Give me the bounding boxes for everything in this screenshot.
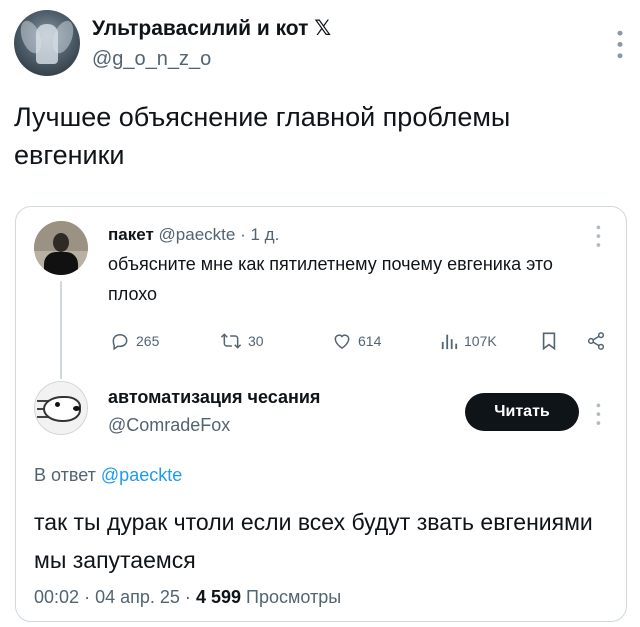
- avatar-art: [36, 24, 58, 64]
- bookmark-icon: [540, 331, 558, 351]
- quoted-author-handle[interactable]: @paeckte: [159, 225, 236, 244]
- more-vertical-icon[interactable]: • • •: [610, 30, 630, 59]
- tweet-text: Лучшее объяснение главной проблемы евген…: [14, 102, 511, 170]
- reply-views-label[interactable]: Просмотры: [246, 587, 341, 607]
- reply-author-name[interactable]: автоматизация чесания: [108, 387, 320, 408]
- author-name[interactable]: Ультравасилий и кот 𝕏: [92, 16, 331, 41]
- reply-text: так ты дурак чтоли если всех будут звать…: [34, 509, 593, 573]
- share-icon: [586, 331, 606, 351]
- reply-to-mention[interactable]: @paeckte: [101, 465, 182, 485]
- reply-author-avatar[interactable]: [34, 381, 88, 435]
- footer-separator: ·: [184, 587, 191, 607]
- tweet-header: Ультравасилий и кот 𝕏 @g_o_n_z_o • • •: [14, 8, 630, 82]
- avatar-art: [73, 406, 80, 411]
- reply-date[interactable]: 04 апр. 25: [95, 587, 180, 607]
- like-button[interactable]: 614: [332, 329, 381, 353]
- share-button[interactable]: [586, 329, 606, 353]
- repost-icon: [220, 331, 242, 351]
- like-count: 614: [358, 333, 382, 349]
- reply-to-line: В ответ @paeckte: [34, 465, 182, 486]
- reply-count: 265: [136, 333, 160, 349]
- quoted-author-name[interactable]: пакет: [108, 225, 154, 244]
- author-name-text: Ультравасилий и кот: [92, 17, 309, 40]
- reply-views-count: 4 599: [195, 587, 241, 607]
- avatar-art: [44, 252, 78, 275]
- follow-button[interactable]: Читать: [465, 393, 579, 431]
- reply-button[interactable]: 265: [110, 329, 159, 353]
- reply-time[interactable]: 00:02: [34, 587, 79, 607]
- more-vertical-icon[interactable]: • • •: [591, 225, 607, 247]
- x-logo-icon: 𝕏: [314, 17, 332, 40]
- quoted-meta: пакет @paeckte · 1 д.: [108, 225, 279, 245]
- repost-button[interactable]: 30: [220, 329, 264, 353]
- avatar-art: [53, 233, 69, 252]
- action-bar: 265 30 614 107K: [110, 329, 610, 353]
- reply-to-prefix: В ответ: [34, 465, 96, 485]
- quoted-time[interactable]: 1 д.: [250, 225, 279, 244]
- meta-separator: ·: [240, 225, 246, 244]
- views-button[interactable]: 107K: [440, 329, 497, 353]
- repost-count: 30: [248, 333, 264, 349]
- quoted-text: объясните мне как пятилетнему почему евг…: [108, 254, 553, 304]
- views-icon: [440, 331, 458, 351]
- like-icon: [332, 331, 352, 351]
- avatar-art: [55, 402, 60, 407]
- reply-footer: 00:02 · 04 апр. 25 · 4 599 Просмотры: [34, 587, 341, 608]
- more-vertical-icon[interactable]: • • •: [591, 403, 607, 425]
- reply-icon: [110, 331, 130, 351]
- thread-line: [60, 281, 62, 379]
- footer-separator: ·: [84, 587, 91, 607]
- author-handle[interactable]: @g_o_n_z_o: [92, 48, 211, 71]
- reply-author-handle[interactable]: @ComradeFox: [108, 415, 230, 436]
- bookmark-button[interactable]: [540, 329, 558, 353]
- views-count: 107K: [464, 333, 497, 349]
- author-avatar[interactable]: [14, 10, 80, 76]
- quoted-thread-card[interactable]: пакет @paeckte · 1 д. • • • объясните мн…: [15, 206, 627, 622]
- quoted-author-avatar[interactable]: [34, 221, 88, 275]
